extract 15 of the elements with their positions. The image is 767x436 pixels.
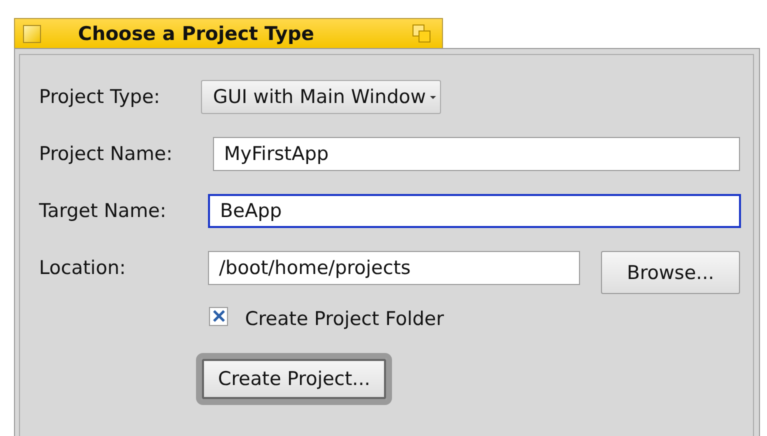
field-label: Location:	[39, 257, 127, 279]
input-field[interactable]: BeApp	[208, 194, 741, 228]
caret-icon	[430, 96, 436, 98]
window-title: Choose a Project Type	[78, 22, 316, 44]
browse-button[interactable]: Browse...	[601, 251, 740, 294]
field-label: Project Type:	[39, 86, 162, 108]
checkbox-label: Create Project Folder	[245, 308, 444, 330]
project-type-dropdown[interactable]: GUI with Main Window	[201, 80, 441, 114]
checkbox[interactable]	[209, 306, 228, 326]
field-label: Project Name:	[39, 143, 174, 165]
zoom-icon[interactable]	[412, 24, 432, 44]
input-field[interactable]: MyFirstApp	[213, 137, 740, 171]
input-field[interactable]: /boot/home/projects	[208, 251, 580, 285]
field-label: Target Name:	[39, 200, 168, 222]
close-icon[interactable]	[23, 24, 41, 42]
